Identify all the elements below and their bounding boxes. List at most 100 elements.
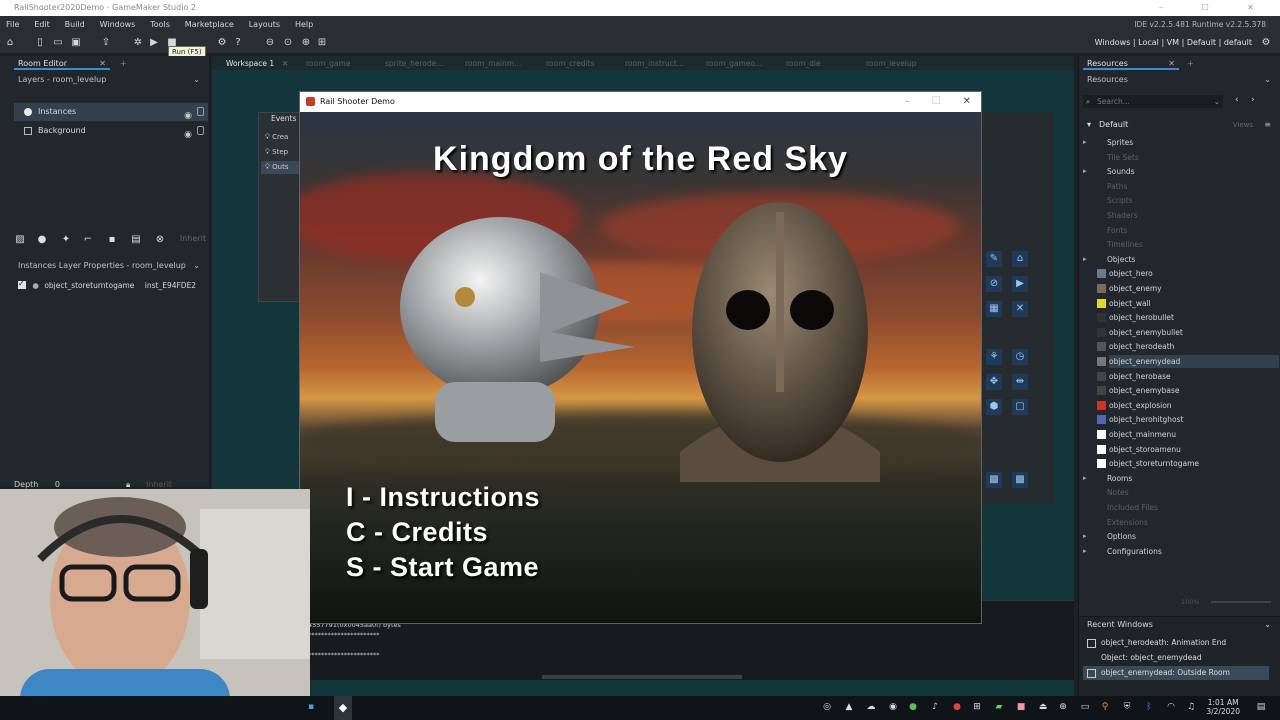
tab-room-instructions[interactable]: room_instruct...: [625, 58, 684, 70]
zoom-slider[interactable]: [1211, 601, 1271, 603]
close-icon[interactable]: ✕: [99, 58, 106, 70]
lock-icon[interactable]: [197, 126, 204, 135]
forward-icon[interactable]: ›: [1251, 95, 1255, 105]
zoom-out-icon[interactable]: ⊖: [264, 37, 276, 49]
expand-icon[interactable]: ▸: [1083, 545, 1091, 558]
volume-icon[interactable]: ♫: [1186, 702, 1196, 712]
resource-tree-item[interactable]: object_storoamenu: [1097, 443, 1279, 456]
resource-tree-item[interactable]: ▸ Sounds: [1083, 165, 1277, 178]
delete-layer-icon[interactable]: ⊗: [154, 234, 166, 246]
green-app-icon[interactable]: ●: [908, 702, 918, 712]
zoom-in-icon[interactable]: ⊕: [300, 37, 312, 49]
instance-layer-add-icon[interactable]: ●: [36, 234, 48, 246]
resource-tree-item[interactable]: Fonts: [1107, 224, 1277, 237]
resource-tree-item[interactable]: object_enemybase: [1097, 384, 1279, 397]
resource-tree-item[interactable]: object_hero: [1097, 267, 1279, 280]
taskbar-app-icon[interactable]: ▪: [306, 702, 316, 712]
expand-icon[interactable]: ▸: [1083, 530, 1091, 543]
gamemaker-task-icon[interactable]: ◆: [334, 696, 352, 720]
depth-field[interactable]: 0: [55, 480, 60, 489]
game-window-controls[interactable]: – ☐ ✕: [905, 92, 971, 112]
recent-window-item[interactable]: object_herodeath: Animation End: [1083, 636, 1269, 650]
resource-tree-item[interactable]: object_storeturntogame: [1097, 457, 1279, 470]
instance-row[interactable]: ● object_storeturntogame inst_E94FDE2: [18, 278, 208, 292]
inherit-button[interactable]: Inherit: [180, 234, 206, 243]
menu-edit[interactable]: Edit: [28, 16, 56, 34]
tab-room-mainmenu[interactable]: room_mainm...: [465, 58, 521, 70]
resource-tree-item[interactable]: Notes: [1107, 486, 1277, 499]
collapse-icon[interactable]: ▾: [1087, 118, 1091, 132]
tab-room-credits[interactable]: room_credits: [546, 58, 595, 70]
tab-room-game[interactable]: room_game: [306, 58, 350, 70]
game-scene[interactable]: Kingdom of the Red Sky I - Instructions …: [300, 112, 981, 623]
back-icon[interactable]: ‹: [1235, 95, 1239, 105]
open-project-icon[interactable]: ▭: [52, 37, 64, 49]
menu-help[interactable]: Help: [289, 16, 319, 34]
mic-icon[interactable]: ♪: [930, 702, 940, 712]
resource-tree-item[interactable]: Scripts: [1107, 194, 1277, 207]
resource-tree-item[interactable]: Shaders: [1107, 209, 1277, 222]
minimize-icon[interactable]: –: [905, 96, 910, 107]
dnd-frame-icon[interactable]: ▢: [1012, 399, 1028, 415]
resource-tree-item[interactable]: object_enemybullet: [1097, 326, 1279, 339]
chevron-down-icon[interactable]: ⌄: [1264, 74, 1271, 86]
notifications-icon[interactable]: ▤: [1256, 702, 1266, 712]
search-icon[interactable]: ⚲: [1100, 702, 1110, 712]
layer-background[interactable]: Background ◉: [14, 122, 208, 140]
add-tab-icon[interactable]: +: [116, 58, 127, 70]
dnd-link-icon[interactable]: ⚘: [986, 349, 1002, 365]
expand-icon[interactable]: ▸: [1083, 472, 1091, 485]
notes-icon[interactable]: ▲: [844, 702, 854, 712]
resource-tree-item[interactable]: object_herobullet: [1097, 311, 1279, 324]
usb-icon[interactable]: ⏏: [1038, 702, 1048, 712]
search-input[interactable]: ⌕ Search... ⌄: [1083, 95, 1223, 108]
zoom-reset-icon[interactable]: ⊙: [282, 37, 294, 49]
resource-tree-item[interactable]: object_wall: [1097, 297, 1279, 310]
export-icon[interactable]: ⇪: [100, 37, 112, 49]
maximize-icon[interactable]: ☐: [932, 96, 941, 107]
tab-room-gameover[interactable]: room_gameo...: [706, 58, 762, 70]
event-outside-room[interactable]: 💡︎ Outs: [261, 161, 301, 174]
dnd-stop-icon[interactable]: ⊘: [986, 276, 1002, 292]
menu-file[interactable]: File: [0, 16, 25, 34]
resource-tree-item[interactable]: ▸ Options: [1083, 530, 1277, 543]
recent-window-item[interactable]: object_enemydead: Outside Room: [1083, 666, 1269, 680]
instance-checkbox[interactable]: [18, 278, 26, 290]
resource-tree-item[interactable]: ▸ Objects: [1083, 253, 1277, 266]
dnd-path-icon[interactable]: ⌂: [1012, 251, 1028, 267]
obs-icon[interactable]: ◉: [888, 702, 898, 712]
clean-icon[interactable]: ✲: [132, 37, 144, 49]
resource-tree-item[interactable]: object_herodeath: [1097, 340, 1279, 353]
resource-tree-item[interactable]: object_mainmenu: [1097, 428, 1279, 441]
save-icon[interactable]: ▣: [70, 37, 82, 49]
add-tab-icon[interactable]: +: [1183, 58, 1194, 70]
menu-tools[interactable]: Tools: [144, 16, 176, 34]
background-layer-add-icon[interactable]: ▨: [14, 234, 26, 246]
resource-tree-item[interactable]: object_enemy: [1097, 282, 1279, 295]
chevron-down-icon[interactable]: ⌄: [1264, 619, 1271, 631]
menu-layouts[interactable]: Layouts: [243, 16, 286, 34]
help-icon[interactable]: ?: [232, 37, 244, 49]
menu-icon[interactable]: ≡: [1264, 118, 1271, 132]
chevron-down-icon[interactable]: ⌄: [193, 74, 200, 86]
dnd-close-icon[interactable]: ✕: [1012, 301, 1028, 317]
cloud-icon[interactable]: ☁: [866, 702, 876, 712]
system-clock[interactable]: 1:01 AM 3/2/2020: [1206, 698, 1240, 716]
dnd-play-icon[interactable]: ▶: [1012, 276, 1028, 292]
dnd-tiles-icon[interactable]: ▩: [986, 472, 1002, 488]
asset-layer-add-icon[interactable]: ▪: [106, 234, 118, 246]
output-scrollbar[interactable]: [542, 675, 742, 679]
tab-resources[interactable]: Resources ✕: [1083, 58, 1179, 70]
visibility-icon[interactable]: ◉: [184, 126, 192, 144]
network-icon[interactable]: ⊕: [1058, 702, 1068, 712]
layer-instances[interactable]: Instances ◉: [14, 103, 208, 121]
default-group[interactable]: ▾ Default Views ≡: [1083, 118, 1277, 132]
views-label[interactable]: Views: [1233, 118, 1253, 132]
close-icon[interactable]: ✕: [963, 96, 971, 107]
nvidia-icon[interactable]: ▰: [994, 702, 1004, 712]
app-icon[interactable]: ■: [1016, 702, 1026, 712]
path-layer-add-icon[interactable]: ⌐: [82, 234, 94, 246]
close-icon[interactable]: ✕: [282, 59, 288, 68]
chevron-down-icon[interactable]: ⌄: [1214, 95, 1220, 108]
menu-build[interactable]: Build: [59, 16, 91, 34]
